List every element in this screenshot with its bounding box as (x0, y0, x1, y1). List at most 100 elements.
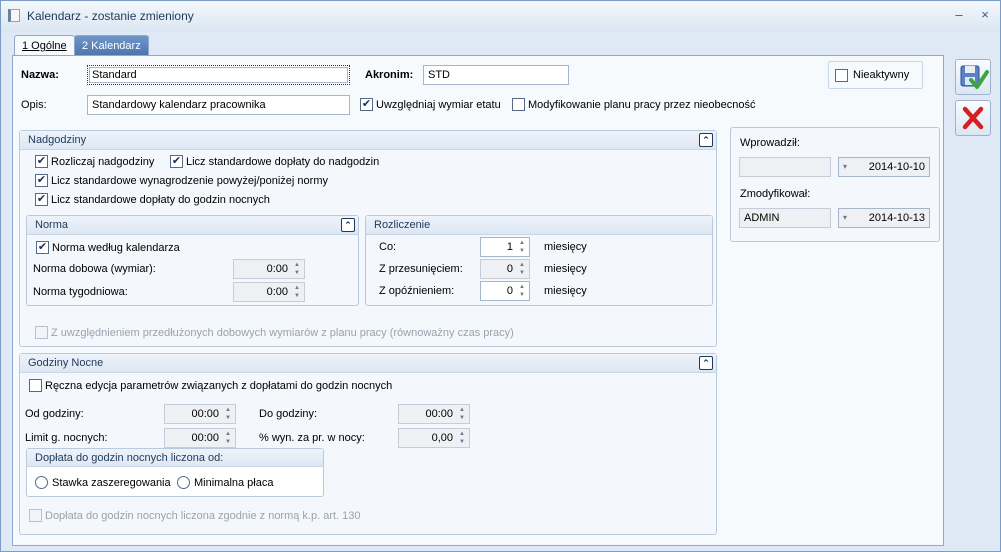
wyn-spinner[interactable]: 0,00 ▲ ▼ (398, 428, 470, 448)
save-button[interactable] (955, 59, 991, 95)
norma-title: Norma (35, 219, 69, 231)
tab-panel: Nazwa: Standard Akronim: STD Nieaktywny … (12, 55, 944, 546)
spinner-arrows-icon[interactable]: ▲ ▼ (222, 430, 234, 446)
reczna-label: Ręczna edycja parametrów związanych z do… (45, 380, 393, 392)
doplata-header: Dopłata do godzin nocnych liczona od: (27, 449, 323, 467)
akronim-label: Akronim: (365, 69, 414, 81)
tab-kalendarz[interactable]: 2 Kalendarz (74, 35, 149, 57)
godziny-nocne-header: Godziny Nocne ⌃ (20, 354, 716, 373)
nazwa-label: Nazwa: (21, 69, 59, 81)
limit-spinner[interactable]: 00:00 ▲ ▼ (164, 428, 236, 448)
nocne-label: Licz standardowe dopłaty do godzin nocny… (51, 194, 270, 206)
norma-collapse-icon[interactable]: ⌃ (341, 218, 355, 232)
nazwa-input[interactable]: Standard (87, 65, 350, 85)
wedlug-label: Norma według kalendarza (52, 242, 180, 254)
zmodyfikowal-date: ▾ 2014-10-13 (838, 208, 930, 228)
spinner-arrows-icon[interactable]: ▲ ▼ (291, 261, 303, 277)
rozliczaj-label: Rozliczaj nadgodziny (51, 156, 155, 168)
zgodnie-label: Dopłata do godzin nocnych liczona zgodni… (45, 510, 361, 522)
opis-label: Opis: (21, 99, 47, 111)
nadgodziny-group: Nadgodziny ⌃ ✔ Rozliczaj nadgodziny ✔ Li… (19, 130, 717, 347)
godziny-nocne-group: Godziny Nocne ⌃ Ręczna edycja parametrów… (19, 353, 717, 535)
doplaty-checkbox[interactable]: ✔ (170, 155, 183, 168)
spinner-arrows-icon[interactable]: ▲ ▼ (516, 239, 528, 255)
rozliczaj-checkbox[interactable]: ✔ (35, 155, 48, 168)
wyn-label: % wyn. za pr. w nocy: (259, 432, 365, 444)
spinner-arrows-icon[interactable]: ▲ ▼ (222, 406, 234, 422)
przedluzonych-checkbox[interactable] (35, 326, 48, 339)
doplaty-label: Licz standardowe dopłaty do nadgodzin (186, 156, 380, 168)
rozliczenie-title: Rozliczenie (374, 219, 431, 231)
co-label: Co: (379, 241, 397, 253)
uwzgledniaj-label: Uwzględniaj wymiar etatu (376, 99, 501, 111)
spinner-arrows-icon[interactable]: ▲ ▼ (516, 261, 528, 277)
co-unit: miesięcy (544, 241, 587, 253)
przesunieciem-label: Z przesunięciem: (379, 263, 463, 275)
norma-header: Norma ⌃ (27, 216, 358, 235)
modyfikowanie-checkbox[interactable] (512, 98, 525, 111)
opis-input[interactable]: Standardowy kalendarz pracownika (87, 95, 350, 115)
od-label: Od godziny: (25, 408, 84, 420)
przesunieciem-unit: miesięcy (544, 263, 587, 275)
dropdown-arrow-icon: ▾ (843, 213, 848, 222)
spinner-arrows-icon[interactable]: ▲ ▼ (456, 430, 468, 446)
nieaktywny-checkbox[interactable] (835, 69, 848, 82)
opoznieniem-unit: miesięcy (544, 285, 587, 297)
nieaktywny-box: Nieaktywny (828, 61, 923, 89)
reczna-checkbox[interactable] (29, 379, 42, 392)
minimalna-radio[interactable] (177, 476, 190, 489)
spinner-arrows-icon[interactable]: ▲ ▼ (516, 283, 528, 299)
tygodniowa-spinner[interactable]: 0:00 ▲ ▼ (233, 282, 305, 302)
spinner-arrows-icon[interactable]: ▲ ▼ (456, 406, 468, 422)
wprowadzil-date: ▾ 2014-10-10 (838, 157, 930, 177)
rozliczenie-group: Rozliczenie Co: 1 ▲ ▼ miesięcy Z przesunię… (365, 215, 713, 306)
do-spinner[interactable]: 00:00 ▲ ▼ (398, 404, 470, 424)
rozliczenie-header: Rozliczenie (366, 216, 712, 235)
dobowa-spinner[interactable]: 0:00 ▲ ▼ (233, 259, 305, 279)
title-bar: Kalendarz - zostanie zmieniony – × (1, 1, 1000, 31)
close-window-button[interactable]: × (977, 7, 993, 23)
nadgodziny-collapse-icon[interactable]: ⌃ (699, 133, 713, 147)
akronim-input[interactable]: STD (423, 65, 569, 85)
limit-label: Limit g. nocnych: (25, 432, 108, 444)
dropdown-arrow-icon: ▾ (843, 162, 848, 171)
save-icon (960, 65, 989, 89)
zgodnie-checkbox[interactable] (29, 509, 42, 522)
wprowadzil-user (739, 157, 831, 177)
przesunieciem-spinner[interactable]: 0 ▲ ▼ (480, 259, 530, 279)
window-title: Kalendarz - zostanie zmieniony (27, 9, 194, 23)
wprowadzil-label: Wprowadził: (740, 137, 800, 149)
uwzgledniaj-checkbox[interactable]: ✔ (360, 98, 373, 111)
dobowa-label: Norma dobowa (wymiar): (33, 263, 156, 275)
od-spinner[interactable]: 00:00 ▲ ▼ (164, 404, 236, 424)
przedluzonych-label: Z uwzględnieniem przedłużonych dobowych … (51, 327, 514, 339)
cancel-button[interactable] (955, 100, 991, 136)
wynagrodzenie-label: Licz standardowe wynagrodzenie powyżej/p… (51, 175, 328, 187)
cancel-icon (962, 106, 984, 130)
minimalna-label: Minimalna płaca (194, 477, 274, 489)
audit-box: Wprowadził: ▾ 2014-10-10 Zmodyfikował: AD… (730, 127, 940, 242)
nieaktywny-label: Nieaktywny (853, 69, 910, 81)
nadgodziny-title: Nadgodziny (28, 134, 87, 146)
opoznieniem-spinner[interactable]: 0 ▲ ▼ (480, 281, 530, 301)
opoznieniem-label: Z opóźnieniem: (379, 285, 455, 297)
app-icon (8, 9, 20, 22)
zmodyfikowal-user: ADMIN (739, 208, 831, 228)
doplata-title: Dopłata do godzin nocnych liczona od: (35, 452, 224, 464)
stawka-radio[interactable] (35, 476, 48, 489)
nocne-checkbox[interactable]: ✔ (35, 193, 48, 206)
wedlug-checkbox[interactable]: ✔ (36, 241, 49, 254)
tab-ogolne[interactable]: 1 Ogólne (14, 35, 75, 57)
zmodyfikowal-label: Zmodyfikował: (740, 188, 811, 200)
norma-group: Norma ⌃ ✔ Norma według kalendarza Norma … (26, 215, 359, 306)
godziny-nocne-title: Godziny Nocne (28, 357, 104, 369)
stawka-label: Stawka zaszeregowania (52, 477, 171, 489)
godziny-nocne-collapse-icon[interactable]: ⌃ (699, 356, 713, 370)
doplata-group: Dopłata do godzin nocnych liczona od: St… (26, 448, 324, 497)
spinner-arrows-icon[interactable]: ▲ ▼ (291, 284, 303, 300)
minimize-button[interactable]: – (951, 7, 967, 23)
wynagrodzenie-checkbox[interactable]: ✔ (35, 174, 48, 187)
do-label: Do godziny: (259, 408, 318, 420)
co-spinner[interactable]: 1 ▲ ▼ (480, 237, 530, 257)
modyfikowanie-label: Modyfikowanie planu pracy przez nieobecn… (528, 99, 756, 111)
